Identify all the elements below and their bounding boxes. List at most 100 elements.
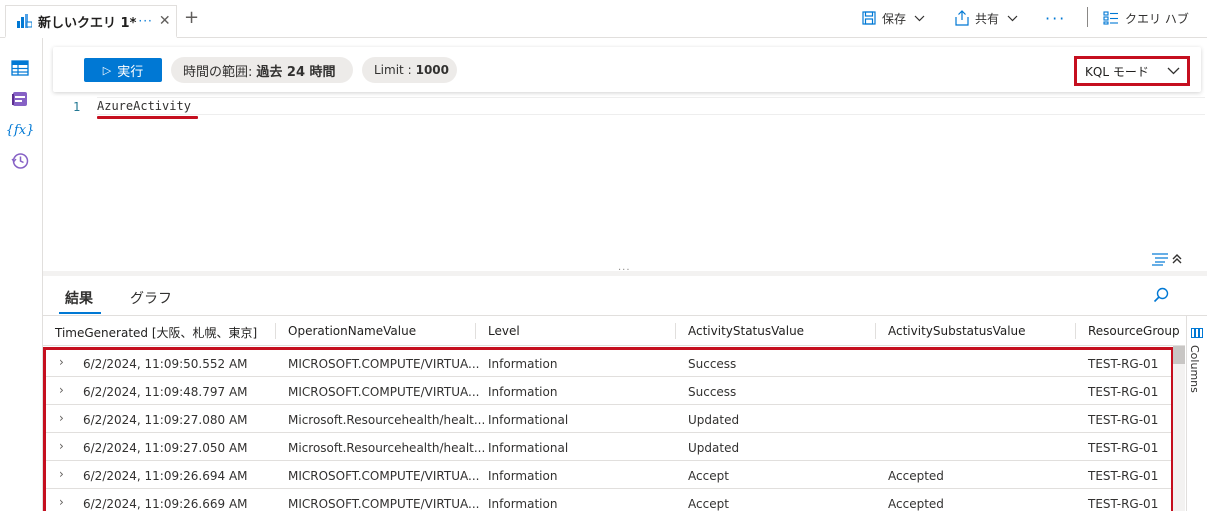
run-label: 実行 [117, 64, 144, 80]
cell-status: Accept [688, 469, 729, 483]
queries-icon[interactable] [10, 89, 30, 109]
scrollbar-thumb[interactable] [1173, 346, 1185, 364]
cell-status: Updated [688, 413, 740, 427]
cell-operation: MICROSOFT.COMPUTE/VIRTUA... [288, 385, 480, 399]
active-tab-indicator [59, 312, 101, 314]
time-range-picker[interactable]: 時間の範囲: 過去 24 時間 [171, 57, 353, 83]
cell-time: 6/2/2024, 11:09:27.050 AM [83, 441, 248, 455]
results-tabs: 結果 グラフ [43, 282, 1207, 316]
left-rail: {f x} [0, 38, 43, 511]
tab-close-icon[interactable]: ✕ [159, 13, 171, 29]
cell-time: 6/2/2024, 11:09:50.552 AM [83, 357, 248, 371]
query-history-icon[interactable] [10, 151, 30, 171]
cell-time: 6/2/2024, 11:09:26.669 AM [83, 497, 248, 511]
cell-operation: MICROSOFT.COMPUTE/VIRTUA... [288, 497, 480, 511]
query-hub-button[interactable]: クエリ ハブ [1103, 8, 1189, 28]
table-row[interactable]: › 6/2/2024, 11:09:26.669 AM MICROSOFT.CO… [43, 489, 1185, 511]
splitter-grip-icon[interactable]: ··· [618, 265, 631, 276]
tab-more-icon[interactable]: ··· [138, 14, 152, 28]
table-row[interactable]: › 6/2/2024, 11:09:27.050 AM Microsoft.Re… [43, 433, 1185, 461]
query-tab-bar: 新しいクエリ 1* ··· ✕ + 保存 共有 ··· クエリ ハブ [0, 0, 1207, 38]
table-row[interactable]: › 6/2/2024, 11:09:48.797 AM MICROSOFT.CO… [43, 377, 1185, 405]
current-line-highlight [97, 97, 1205, 115]
column-header[interactable]: ResourceGroup [1088, 324, 1180, 338]
run-button[interactable]: ▷ 実行 [84, 58, 162, 82]
play-icon: ▷ [102, 63, 112, 77]
format-query-icon[interactable] [1151, 252, 1169, 266]
grid-scrollbar[interactable] [1173, 346, 1185, 511]
expand-row-icon[interactable]: › [59, 467, 64, 481]
search-icon[interactable] [1153, 287, 1169, 303]
columns-panel-label[interactable]: Columns [1188, 345, 1201, 393]
collapse-editor-icon[interactable] [1171, 253, 1183, 265]
limit-picker[interactable]: Limit : 1000 [362, 57, 457, 83]
cell-level: Informational [488, 413, 569, 427]
query-editor[interactable]: 1 AzureActivity [43, 96, 1207, 271]
share-icon [955, 10, 969, 26]
cell-operation: Microsoft.Resourcehealth/healt... [288, 413, 486, 427]
column-divider[interactable] [275, 323, 276, 339]
column-header[interactable]: OperationNameValue [288, 324, 416, 338]
query-text[interactable]: AzureActivity [97, 99, 191, 113]
cell-time: 6/2/2024, 11:09:26.694 AM [83, 469, 248, 483]
cell-substatus: Accepted [888, 469, 944, 483]
editor-actions [1151, 252, 1183, 266]
line-number: 1 [73, 100, 81, 114]
table-row[interactable]: › 6/2/2024, 11:09:26.694 AM MICROSOFT.CO… [43, 461, 1185, 489]
cell-substatus: Accepted [888, 497, 944, 511]
cell-status: Success [688, 357, 737, 371]
cell-resource-group: TEST-RG-01 [1088, 413, 1159, 427]
query-tab[interactable]: 新しいクエリ 1* ··· ✕ [5, 5, 177, 38]
chevron-down-icon [1167, 67, 1180, 75]
save-icon [862, 11, 876, 25]
cell-time: 6/2/2024, 11:09:48.797 AM [83, 385, 248, 399]
column-header[interactable]: ActivitySubstatusValue [888, 324, 1026, 338]
time-range-label: 時間の範囲: [183, 64, 253, 80]
results-grid: TimeGenerated [大阪、札幌、東京] OperationNameVa… [43, 316, 1185, 511]
column-divider[interactable] [1075, 323, 1076, 339]
columns-icon [1191, 328, 1203, 338]
cell-resource-group: TEST-RG-01 [1088, 441, 1159, 455]
cell-resource-group: TEST-RG-01 [1088, 469, 1159, 483]
limit-label: Limit : [374, 63, 412, 77]
expand-row-icon[interactable]: › [59, 411, 64, 425]
share-label: 共有 [975, 11, 1000, 26]
query-mode-dropdown[interactable]: KQL モード [1074, 56, 1190, 86]
column-divider[interactable] [675, 323, 676, 339]
query-mode-value: KQL モード [1085, 64, 1149, 79]
cell-time: 6/2/2024, 11:09:27.080 AM [83, 413, 248, 427]
expand-row-icon[interactable]: › [59, 439, 64, 453]
column-divider[interactable] [475, 323, 476, 339]
save-button[interactable]: 保存 [862, 8, 931, 28]
expand-row-icon[interactable]: › [59, 383, 64, 397]
limit-value: 1000 [415, 63, 450, 77]
tab-results[interactable]: 結果 [65, 288, 93, 308]
cell-level: Information [488, 469, 558, 483]
column-header[interactable]: Level [488, 324, 520, 338]
more-options-icon[interactable]: ··· [1045, 8, 1066, 28]
column-header[interactable]: TimeGenerated [大阪、札幌、東京] [55, 324, 257, 341]
cell-level: Information [488, 385, 558, 399]
query-hub-label: クエリ ハブ [1125, 11, 1189, 26]
expand-row-icon[interactable]: › [59, 355, 64, 369]
functions-icon[interactable]: {f x} [6, 120, 35, 140]
cell-resource-group: TEST-RG-01 [1088, 385, 1159, 399]
column-divider[interactable] [875, 323, 876, 339]
tables-icon[interactable] [10, 58, 30, 78]
cell-operation: Microsoft.Resourcehealth/healt... [288, 441, 486, 455]
share-button[interactable]: 共有 [955, 8, 1024, 28]
cell-level: Informational [488, 441, 569, 455]
expand-row-icon[interactable]: › [59, 495, 64, 509]
save-label: 保存 [882, 11, 907, 26]
query-hub-icon [1103, 11, 1118, 25]
cell-status: Updated [688, 441, 740, 455]
cell-status: Accept [688, 497, 729, 511]
cell-status: Success [688, 385, 737, 399]
table-row[interactable]: › 6/2/2024, 11:09:50.552 AM MICROSOFT.CO… [43, 349, 1185, 377]
chevron-down-icon [1007, 15, 1018, 21]
column-header[interactable]: ActivityStatusValue [688, 324, 804, 338]
tab-chart[interactable]: グラフ [130, 288, 172, 308]
add-tab-icon[interactable]: + [184, 7, 199, 28]
table-row[interactable]: › 6/2/2024, 11:09:27.080 AM Microsoft.Re… [43, 405, 1185, 433]
query-icon [17, 14, 32, 28]
